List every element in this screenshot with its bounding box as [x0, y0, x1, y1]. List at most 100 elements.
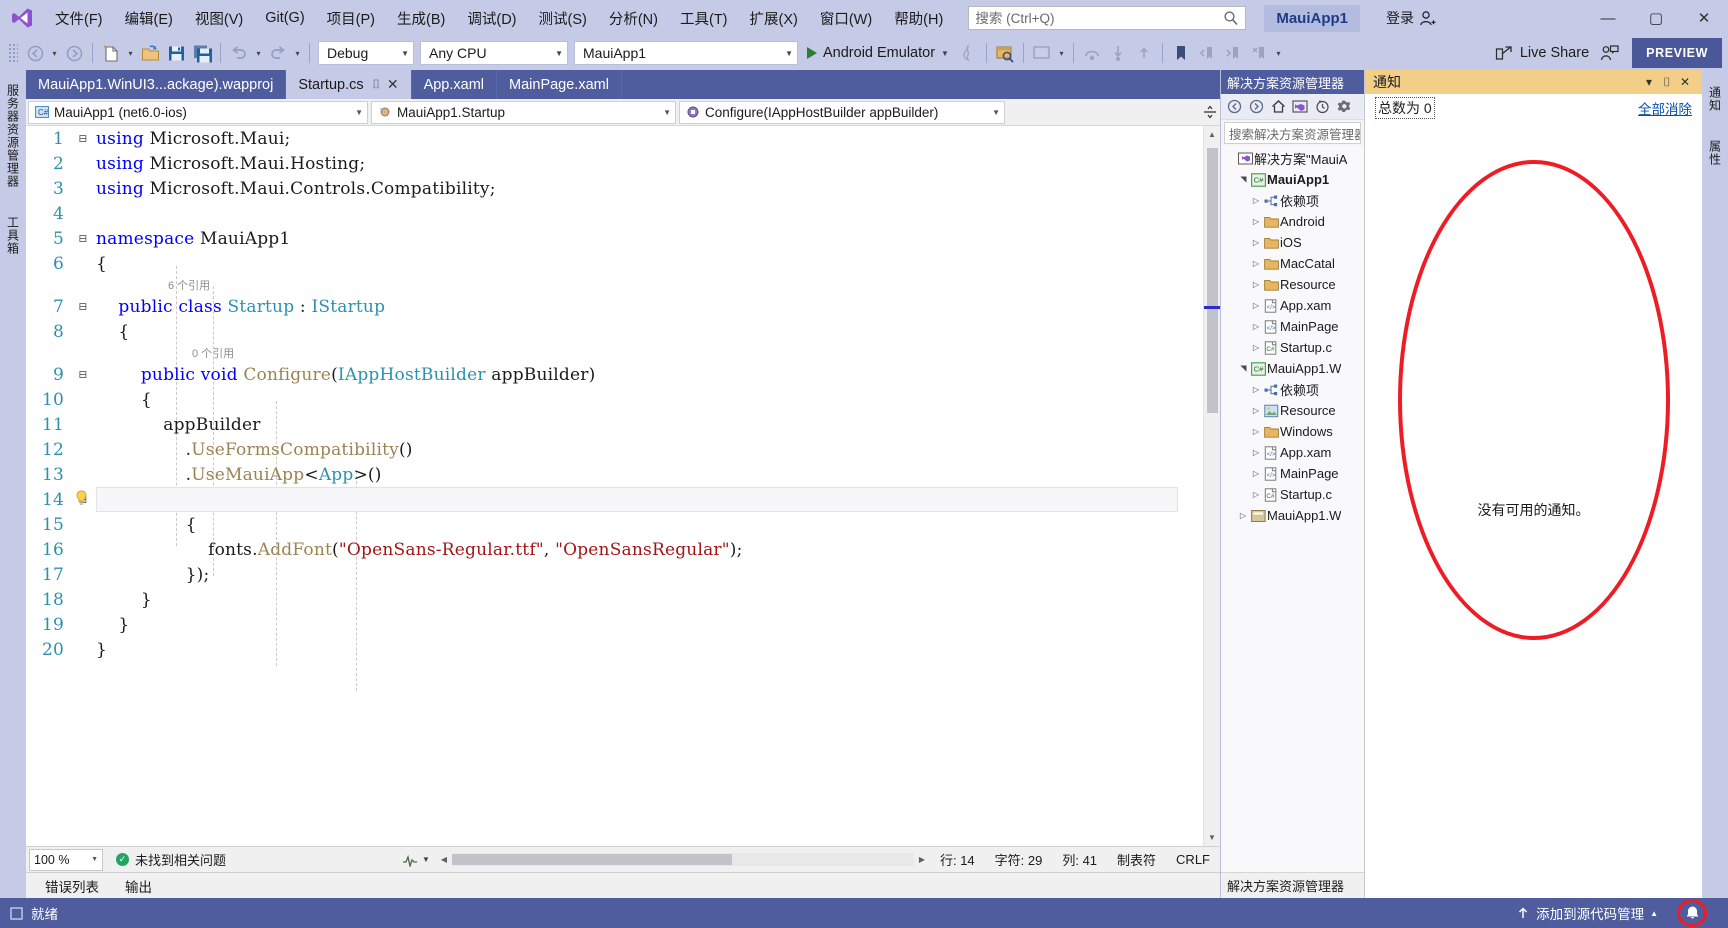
outlining-glyph[interactable]: ⊟ — [72, 132, 94, 145]
solution-configuration-combo[interactable]: Debug ▼ — [318, 41, 414, 65]
new-project-dropdown-icon[interactable]: ▾ — [124, 40, 137, 66]
menu-window[interactable]: 窗口(W) — [809, 0, 883, 36]
tab-wapproj[interactable]: MauiApp1.WinUI3...ackage).wapproj — [26, 70, 287, 99]
solution-explorer-footer-tab[interactable]: 解决方案资源管理器 — [1221, 872, 1364, 898]
menu-file[interactable]: 文件(F) — [44, 0, 114, 36]
clear-bookmarks-button[interactable] — [1246, 40, 1272, 66]
pin-tab-icon[interactable]: ⌷ — [373, 77, 380, 92]
toolbox-tab[interactable]: 工具箱 — [3, 210, 24, 261]
navbar-project-combo[interactable]: C# MauiApp1 (net6.0-ios) ▼ — [28, 100, 368, 124]
sign-in-button[interactable]: 登录 — [1386, 8, 1436, 28]
tree-node[interactable]: ▷ C# Startup.c — [1221, 337, 1364, 358]
code-line[interactable]: 12 .UseFormsCompatibility() — [26, 437, 1203, 462]
tab-mainpage-xaml[interactable]: MainPage.xaml — [497, 70, 622, 99]
tree-node[interactable]: ▷ 依赖项 — [1221, 379, 1364, 400]
scroll-left-icon[interactable]: ◀ — [436, 855, 452, 864]
zoom-level-combo[interactable]: 100 % ▼ — [29, 848, 103, 871]
close-tab-icon[interactable]: ✕ — [387, 76, 399, 93]
pending-changes-icon[interactable] — [1312, 97, 1332, 117]
menu-analyze[interactable]: 分析(N) — [598, 0, 669, 36]
tree-node[interactable]: ▷ Android — [1221, 211, 1364, 232]
code-line[interactable]: 4 — [26, 201, 1203, 226]
live-share-button[interactable]: Live Share — [1488, 40, 1596, 66]
collapse-arrow-icon[interactable]: ◢ — [1239, 173, 1248, 187]
home-icon[interactable] — [1268, 97, 1288, 117]
code-line[interactable]: 1 ⊟ using Microsoft.Maui; — [26, 126, 1203, 151]
menu-test[interactable]: 测试(S) — [528, 0, 598, 36]
hot-reload-button[interactable] — [955, 40, 981, 66]
menu-view[interactable]: 视图(V) — [184, 0, 254, 36]
codelens-reference[interactable]: 6 个引用 — [26, 276, 1203, 294]
tree-node[interactable]: ▷ iOS — [1221, 232, 1364, 253]
tree-node[interactable]: ◢ C# MauiApp1 — [1221, 169, 1364, 190]
code-line[interactable]: 18 } — [26, 587, 1203, 612]
code-line[interactable]: 11 appBuilder — [26, 412, 1203, 437]
toolbar-overflow-icon[interactable]: ▾ — [1272, 40, 1285, 66]
code-line[interactable]: 20} — [26, 637, 1203, 662]
expand-arrow-icon[interactable]: ▷ — [1249, 238, 1263, 247]
add-to-source-control-button[interactable]: 添加到源代码管理 ▲ — [1510, 900, 1664, 926]
tree-node[interactable]: ▷ 依赖项 — [1221, 190, 1364, 211]
expand-arrow-icon[interactable]: ▷ — [1249, 448, 1263, 457]
expand-arrow-icon[interactable]: ▷ — [1249, 217, 1263, 226]
bookmark-button[interactable] — [1168, 40, 1194, 66]
output-tab[interactable]: 输出 — [112, 876, 165, 896]
attach-dropdown-icon[interactable]: ▾ — [1055, 40, 1068, 66]
code-line[interactable]: 13 .UseMauiApp<App>() — [26, 462, 1203, 487]
tree-node[interactable]: ▷ Resource — [1221, 400, 1364, 421]
next-bookmark-button[interactable] — [1220, 40, 1246, 66]
undo-dropdown-icon[interactable]: ▾ — [252, 40, 265, 66]
expand-arrow-icon[interactable]: ▷ — [1249, 406, 1263, 415]
code-line[interactable]: 8 { — [26, 319, 1203, 344]
expand-arrow-icon[interactable]: ▷ — [1249, 301, 1263, 310]
new-project-button[interactable] — [98, 40, 124, 66]
code-line[interactable]: 17 }); — [26, 562, 1203, 587]
outlining-glyph[interactable]: ⊟ — [72, 300, 94, 313]
codelens-reference[interactable]: 0 个引用 — [26, 344, 1203, 362]
properties-icon[interactable] — [1334, 97, 1354, 117]
code-health-button[interactable]: ▼ — [396, 853, 436, 867]
close-panel-icon[interactable]: ✕ — [1676, 75, 1694, 89]
redo-button[interactable] — [265, 40, 291, 66]
dismiss-all-link[interactable]: 全部消除 — [1638, 98, 1692, 118]
code-line[interactable]: 2 using Microsoft.Maui.Hosting; — [26, 151, 1203, 176]
scroll-up-icon[interactable]: ▲ — [1204, 126, 1220, 143]
outlining-glyph[interactable]: ⊟ — [72, 368, 94, 381]
step-into-button[interactable] — [1105, 40, 1131, 66]
redo-dropdown-icon[interactable]: ▾ — [291, 40, 304, 66]
expand-arrow-icon[interactable]: ▷ — [1249, 322, 1263, 331]
step-over-button[interactable] — [1079, 40, 1105, 66]
menu-build[interactable]: 生成(B) — [386, 0, 456, 36]
menu-debug[interactable]: 调试(D) — [456, 0, 527, 36]
solution-platform-combo[interactable]: Any CPU ▼ — [420, 41, 568, 65]
tree-node[interactable]: ▷ Windows — [1221, 421, 1364, 442]
menu-git[interactable]: Git(G) — [254, 0, 315, 36]
server-explorer-tab[interactable]: 服务器资源管理器 — [3, 78, 24, 194]
window-menu-icon[interactable]: ▾ — [1640, 75, 1658, 89]
tab-startup-cs[interactable]: Startup.cs ⌷ ✕ — [286, 70, 412, 99]
properties-dock-tab[interactable]: 属性 — [1705, 134, 1726, 172]
startup-project-combo[interactable]: MauiApp1 ▼ — [574, 41, 798, 65]
solution-search-input[interactable]: 搜索解决方案资源管理器 — [1224, 122, 1361, 144]
scroll-down-icon[interactable]: ▼ — [1204, 829, 1220, 846]
menu-edit[interactable]: 编辑(E) — [114, 0, 184, 36]
live-visual-tree-button[interactable] — [992, 40, 1018, 66]
issues-indicator[interactable]: ✓ 未找到相关问题 — [116, 850, 226, 869]
vertical-scroll-thumb[interactable] — [1207, 148, 1218, 413]
menu-project[interactable]: 项目(P) — [316, 0, 386, 36]
error-list-tab[interactable]: 错误列表 — [32, 876, 112, 896]
expand-arrow-icon[interactable]: ▷ — [1236, 511, 1250, 520]
editor-horizontal-scrollbar[interactable]: ◀ ▶ — [435, 852, 930, 867]
code-line[interactable]: 3 using Microsoft.Maui.Controls.Compatibi… — [26, 176, 1203, 201]
tree-node[interactable]: ▷ MauiApp1.W — [1221, 505, 1364, 526]
expand-arrow-icon[interactable]: ▷ — [1249, 343, 1263, 352]
editor-vertical-scrollbar[interactable]: ▲ ▼ — [1203, 126, 1220, 846]
save-all-button[interactable] — [189, 40, 215, 66]
menu-tools[interactable]: 工具(T) — [669, 0, 739, 36]
scroll-right-icon[interactable]: ▶ — [914, 855, 930, 864]
minimize-button[interactable]: — — [1584, 0, 1632, 36]
expand-arrow-icon[interactable]: ▷ — [1249, 280, 1263, 289]
collapse-arrow-icon[interactable]: ◢ — [1239, 362, 1248, 376]
search-input[interactable] — [975, 10, 1224, 26]
attach-to-process-button[interactable] — [1029, 40, 1055, 66]
